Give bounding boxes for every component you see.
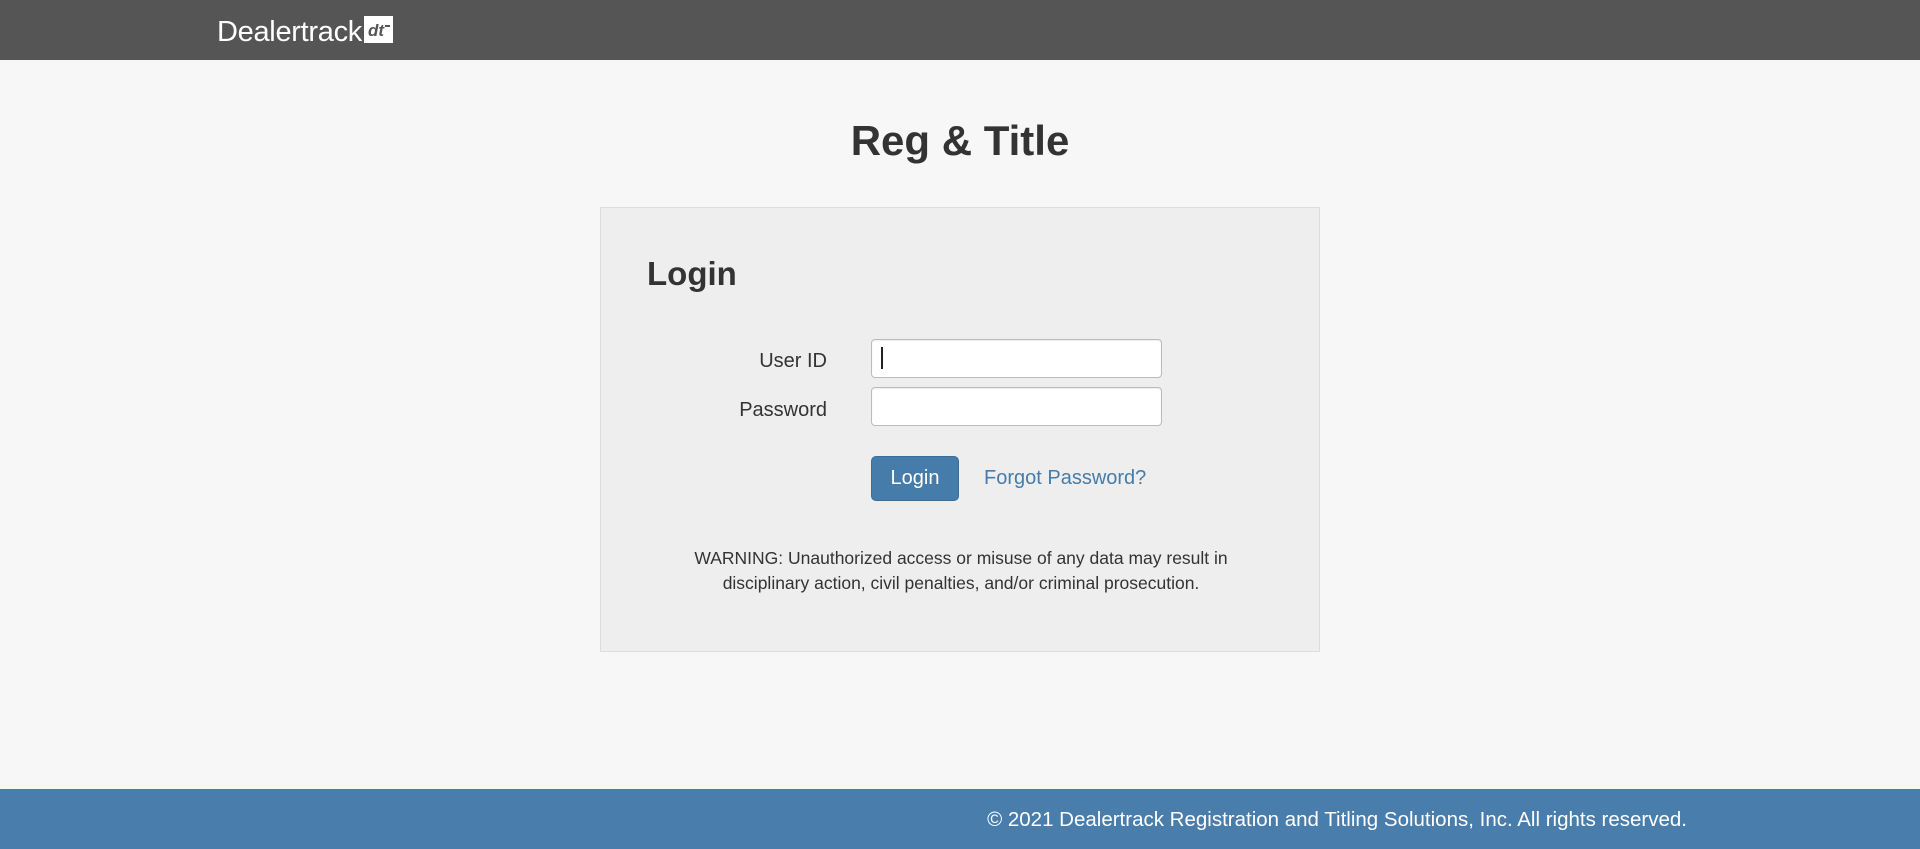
logo-mark-icon: dt [363, 16, 393, 43]
top-navbar: Dealertrack dt [0, 0, 1920, 60]
user-id-input[interactable] [871, 339, 1162, 378]
svg-text:dt: dt [368, 21, 385, 40]
copyright-text: © 2021 Dealertrack Registration and Titl… [987, 808, 1687, 831]
login-heading: Login [647, 255, 737, 292]
warning-line-1: WARNING: Unauthorized access or misuse o… [694, 548, 1228, 568]
warning-text: WARNING: Unauthorized access or misuse o… [647, 546, 1275, 596]
page-title: Reg & Title [850, 117, 1070, 164]
text-cursor [881, 347, 883, 369]
logo-text: Dealertrack [217, 16, 362, 48]
login-button[interactable]: Login [871, 456, 959, 501]
forgot-password-link[interactable]: Forgot Password? [984, 466, 1146, 490]
password-input[interactable] [871, 387, 1162, 426]
warning-line-2: disciplinary action, civil penalties, an… [722, 573, 1200, 593]
login-panel: Login User ID Password Login Forgot Pass… [600, 207, 1320, 652]
password-label: Password [739, 399, 827, 421]
user-id-label: User ID [759, 350, 827, 372]
footer: © 2021 Dealertrack Registration and Titl… [0, 789, 1920, 849]
dealertrack-logo[interactable]: Dealertrack dt [217, 14, 393, 48]
